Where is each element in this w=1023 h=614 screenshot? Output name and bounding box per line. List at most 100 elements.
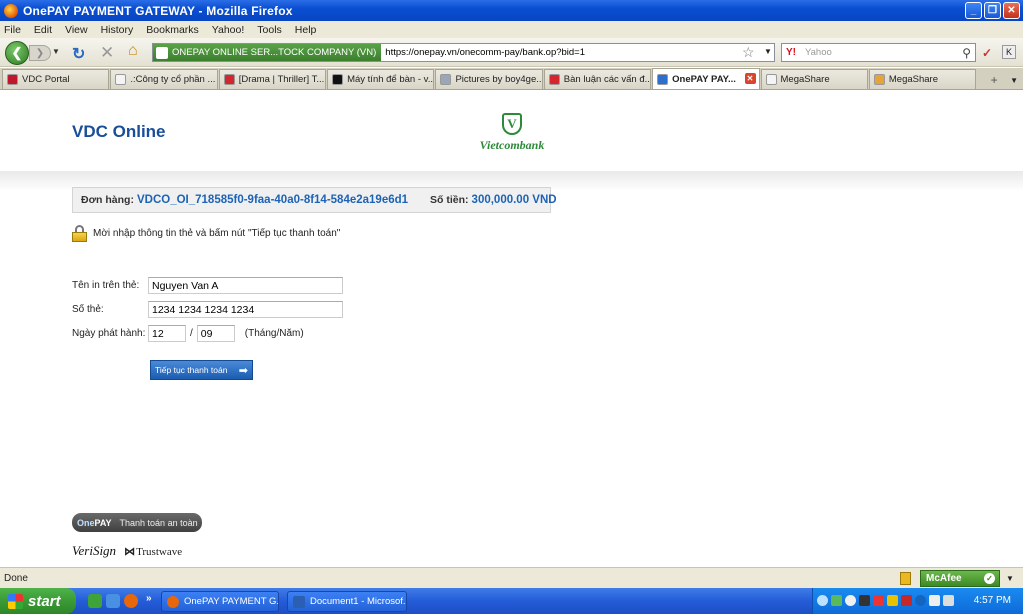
issue-year-field[interactable] <box>196 325 235 342</box>
url-text[interactable]: https://onepay.vn/onecomm-pay/bank.op?bi… <box>381 47 585 58</box>
taskbar-item-label: Document1 - Microsof... <box>310 596 407 607</box>
continue-payment-label: Tiếp tục thanh toán <box>155 365 228 375</box>
tab-list-dropdown-icon[interactable]: ▼ <box>1005 71 1023 89</box>
search-input[interactable]: Yahoo <box>799 47 962 58</box>
toolbar-extension-icon[interactable]: K <box>1002 45 1016 59</box>
search-engine-icon[interactable]: Y! <box>782 47 799 58</box>
card-number-field[interactable] <box>148 301 343 318</box>
back-button[interactable]: ❮ <box>5 41 29 65</box>
window-titlebar: OnePAY PAYMENT GATEWAY - Mozilla Firefox… <box>0 0 1023 21</box>
taskbar-firefox-window[interactable]: OnePAY PAYMENT G... <box>161 591 279 612</box>
menu-tools[interactable]: Tools <box>257 24 282 36</box>
bluetooth-icon[interactable] <box>915 595 926 606</box>
forward-button[interactable]: ❯ <box>29 45 51 61</box>
windows-logo-icon <box>8 593 23 609</box>
mcafee-tray-icon[interactable] <box>901 595 912 606</box>
tab-5[interactable]: Pictures by boy4ge... <box>435 69 543 89</box>
menu-bar: File Edit View History Bookmarks Yahoo! … <box>0 21 1023 38</box>
menu-help[interactable]: Help <box>295 24 317 36</box>
maximize-button[interactable]: ❐ <box>984 2 1001 19</box>
security-shield-icon[interactable] <box>887 595 898 606</box>
menu-view[interactable]: View <box>65 24 88 36</box>
url-dropdown-icon[interactable]: ▼ <box>764 47 772 56</box>
firefox-task-icon <box>167 595 179 608</box>
update-icon[interactable] <box>845 595 856 606</box>
tab-3[interactable]: [Drama | Thriller] T... <box>218 69 327 89</box>
user-icon[interactable] <box>859 595 870 606</box>
window-title: OnePAY PAYMENT GATEWAY - Mozilla Firefox <box>23 3 293 18</box>
history-dropdown-icon[interactable]: ▼ <box>52 47 60 56</box>
status-text: Done <box>4 572 28 584</box>
security-seals: VeriSign ⋈Trustwave <box>72 543 182 559</box>
tray-expand-icon[interactable] <box>817 595 828 606</box>
menu-yahoo[interactable]: Yahoo! <box>212 24 245 36</box>
bank-name: Vietcombank <box>479 138 545 152</box>
bookmark-star-icon[interactable]: ☆ <box>742 44 755 61</box>
tab-label: VDC Portal <box>22 74 70 85</box>
tab-6[interactable]: Bàn luận các vấn đ... <box>543 69 652 89</box>
tab-label: Pictures by boy4ge... <box>455 74 543 85</box>
tab-label: .:Công ty cổ phần ... <box>130 74 216 85</box>
site-identity-button[interactable]: ONEPAY ONLINE SER...TOCK COMPANY (VN) <box>153 44 382 61</box>
arrow-right-icon: ➡ <box>238 365 248 377</box>
mcafee-site-advisor[interactable]: McAfee ✓ <box>920 570 1000 587</box>
issue-date-row: Ngày phát hành: / (Tháng/Năm) <box>72 325 304 342</box>
window-controls: _ ❐ ✕ <box>965 2 1020 19</box>
tab-label: OnePAY PAY... <box>672 73 736 85</box>
menu-file[interactable]: File <box>4 24 21 36</box>
tab-label: Bàn luận các vấn đ... <box>563 74 652 85</box>
new-tab-icon[interactable]: + <box>983 71 1005 89</box>
search-bar[interactable]: Y! Yahoo ⚲ <box>781 43 976 62</box>
continue-payment-button[interactable]: Tiếp tục thanh toán ➡ <box>150 360 253 380</box>
show-desktop-icon[interactable] <box>88 594 102 608</box>
status-dropdown-icon[interactable]: ▼ <box>1006 574 1014 583</box>
internet-explorer-icon[interactable] <box>106 594 120 608</box>
tab-favicon-icon <box>873 74 885 85</box>
card-number-row: Số thẻ: <box>72 301 343 318</box>
bank-logo: V Vietcombank <box>472 113 552 153</box>
stop-icon[interactable]: ✕ <box>100 43 114 63</box>
tab-7[interactable]: OnePAY PAY... ✕ <box>652 68 760 89</box>
secure-lock-icon[interactable] <box>900 572 911 585</box>
display-icon[interactable] <box>929 595 940 606</box>
onepay-secure-badge: One PAY Thanh toán an toàn <box>72 513 202 532</box>
issue-month-field[interactable] <box>148 325 186 342</box>
reload-icon[interactable]: ↻ <box>72 44 85 64</box>
verisign-logo: VeriSign <box>72 543 117 558</box>
navigation-toolbar: ❮ ❯ ▼ ↻ ✕ ⌂ ONEPAY ONLINE SER...TOCK COM… <box>0 38 1023 67</box>
tab-9[interactable]: MegaShare <box>868 69 977 89</box>
taskbar-word-window[interactable]: Document1 - Microsof... <box>287 591 407 612</box>
search-icon[interactable]: ⚲ <box>962 46 975 60</box>
word-task-icon <box>293 595 305 608</box>
order-summary: Đơn hàng: VDCO_OI_718585f0-9faa-40a0-8f1… <box>72 187 557 213</box>
onepay-secure-text: Thanh toán an toàn <box>119 517 198 528</box>
lock-icon <box>72 225 87 242</box>
tab-close-icon[interactable]: ✕ <box>744 73 756 84</box>
antivirus-icon[interactable] <box>873 595 884 606</box>
quicklaunch-more-icon[interactable]: » <box>146 593 152 604</box>
addon-icon[interactable]: ✓ <box>982 46 992 60</box>
menu-edit[interactable]: Edit <box>34 24 52 36</box>
bank-emblem-icon: V <box>502 113 522 135</box>
network-icon[interactable] <box>831 595 842 606</box>
menu-bookmarks[interactable]: Bookmarks <box>146 24 199 36</box>
volume-icon[interactable] <box>943 595 954 606</box>
cardholder-name-field[interactable] <box>148 277 343 294</box>
tab-4[interactable]: Máy tính để bàn - v... <box>327 69 435 89</box>
tab-favicon-icon <box>440 74 452 85</box>
close-button[interactable]: ✕ <box>1003 2 1020 19</box>
tab-8[interactable]: MegaShare <box>760 69 868 89</box>
tab-favicon-icon <box>7 74 18 85</box>
tab-2[interactable]: .:Công ty cổ phần ... <box>110 69 218 89</box>
system-tray: 4:57 PM <box>812 588 1023 614</box>
minimize-button[interactable]: _ <box>965 2 982 19</box>
firefox-quicklaunch-icon[interactable] <box>124 594 138 608</box>
tab-1[interactable]: VDC Portal <box>2 69 110 89</box>
start-button[interactable]: start <box>0 588 76 614</box>
issue-date-label: Ngày phát hành: <box>72 328 146 339</box>
taskbar-item-label: OnePAY PAYMENT G... <box>184 596 279 607</box>
onepay-logo-one: One <box>77 517 95 528</box>
url-bar[interactable]: ONEPAY ONLINE SER...TOCK COMPANY (VN) ht… <box>152 43 775 62</box>
menu-history[interactable]: History <box>101 24 134 36</box>
home-icon[interactable]: ⌂ <box>128 42 138 60</box>
